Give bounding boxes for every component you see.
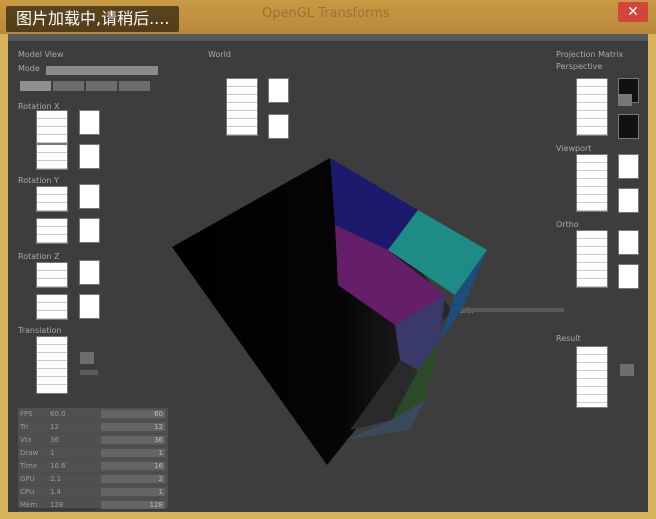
viewport-3d[interactable] — [0, 0, 656, 519]
